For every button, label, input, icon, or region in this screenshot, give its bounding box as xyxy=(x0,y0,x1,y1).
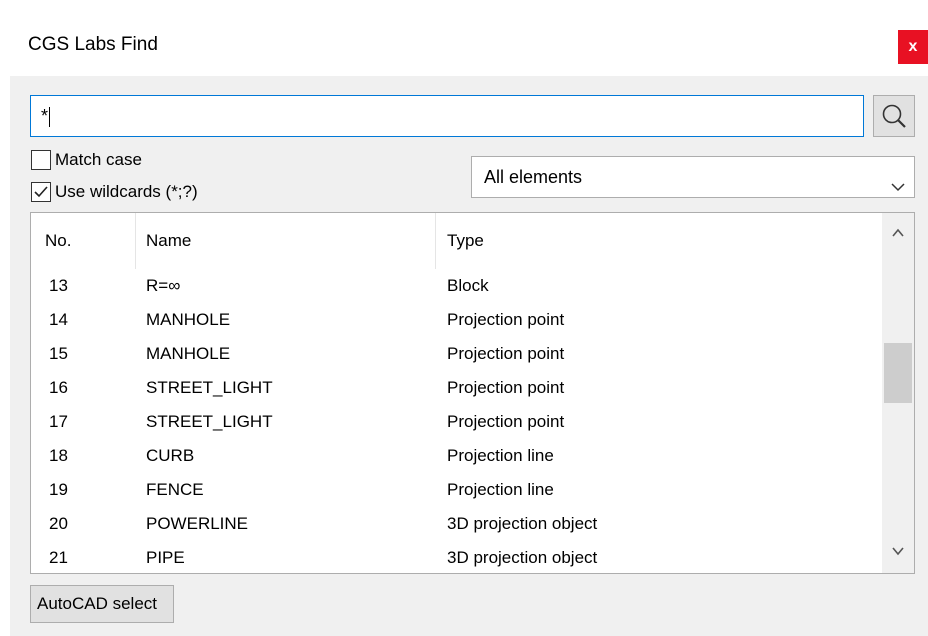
results-table[interactable]: No. Name Type 13 R=∞ Block 14 MANHOLE Pr… xyxy=(30,212,915,574)
table-row[interactable]: 18 CURB Projection line xyxy=(31,439,882,473)
close-icon: x xyxy=(908,38,918,55)
row-number: 18 xyxy=(49,446,68,465)
row-type: Block xyxy=(447,276,489,295)
row-type: Projection point xyxy=(447,378,565,397)
row-name: CURB xyxy=(146,446,195,465)
scrollbar-thumb[interactable] xyxy=(884,343,912,403)
match-case-checkbox[interactable] xyxy=(31,150,51,170)
row-number: 14 xyxy=(49,310,68,329)
row-number: 13 xyxy=(49,276,68,295)
row-type: Projection line xyxy=(447,480,554,499)
row-number: 19 xyxy=(49,480,68,499)
table-row[interactable]: 13 R=∞ Block xyxy=(31,269,882,303)
column-header-type[interactable]: Type xyxy=(447,231,484,251)
row-name: FENCE xyxy=(146,480,204,499)
search-button[interactable] xyxy=(873,95,915,137)
row-number: 15 xyxy=(49,344,68,363)
close-button[interactable]: x xyxy=(898,30,928,64)
table-row[interactable]: 17 STREET_LIGHT Projection point xyxy=(31,405,882,439)
autocad-select-button[interactable]: AutoCAD select xyxy=(30,585,174,623)
use-wildcards-label: Use wildcards (*;?) xyxy=(55,182,198,201)
title-bar: CGS Labs Find xyxy=(10,12,928,76)
use-wildcards-option[interactable]: Use wildcards (*;?) xyxy=(31,182,198,202)
row-type: 3D projection object xyxy=(447,548,598,567)
row-name: MANHOLE xyxy=(146,344,231,363)
row-number: 17 xyxy=(49,412,68,431)
row-type: Projection point xyxy=(447,412,565,431)
scroll-up-button[interactable] xyxy=(890,225,906,241)
table-row[interactable]: 19 FENCE Projection line xyxy=(31,473,882,507)
row-name: POWERLINE xyxy=(146,514,249,533)
magnifier-icon xyxy=(882,104,906,128)
use-wildcards-checkbox[interactable] xyxy=(31,182,51,202)
table-row[interactable]: 20 POWERLINE 3D projection object xyxy=(31,507,882,541)
row-name: STREET_LIGHT xyxy=(146,378,273,397)
match-case-option[interactable]: Match case xyxy=(31,150,142,170)
column-header-no[interactable]: No. xyxy=(45,231,71,251)
row-type: Projection line xyxy=(447,446,554,465)
table-row[interactable]: 14 MANHOLE Projection point xyxy=(31,303,882,337)
row-type: Projection point xyxy=(447,344,565,363)
row-name: R=∞ xyxy=(146,276,181,295)
row-type: 3D projection object xyxy=(447,514,598,533)
window-title: CGS Labs Find xyxy=(28,34,158,55)
table-row[interactable]: 21 PIPE 3D projection object xyxy=(31,541,882,573)
checkmark-icon xyxy=(34,186,48,198)
scroll-down-button[interactable] xyxy=(890,543,906,559)
row-name: MANHOLE xyxy=(146,310,231,329)
column-header-name[interactable]: Name xyxy=(146,231,191,251)
row-number: 21 xyxy=(49,548,68,567)
row-name: STREET_LIGHT xyxy=(146,412,273,431)
autocad-select-label: AutoCAD select xyxy=(37,594,157,613)
table-row[interactable]: 15 MANHOLE Projection point xyxy=(31,337,882,371)
column-divider[interactable] xyxy=(435,213,436,269)
chevron-up-icon xyxy=(892,228,904,237)
table-header: No. Name Type xyxy=(31,213,882,269)
row-number: 16 xyxy=(49,378,68,397)
element-filter-dropdown[interactable]: All elements xyxy=(471,156,915,198)
text-caret xyxy=(49,107,51,128)
search-input-value: * xyxy=(41,106,49,126)
chevron-down-icon xyxy=(892,547,904,556)
search-input[interactable]: * xyxy=(30,95,864,137)
chevron-down-icon xyxy=(890,169,906,209)
row-type: Projection point xyxy=(447,310,565,329)
column-divider[interactable] xyxy=(135,213,136,269)
table-row[interactable]: 16 STREET_LIGHT Projection point xyxy=(31,371,882,405)
vertical-scrollbar[interactable] xyxy=(882,213,914,573)
match-case-label: Match case xyxy=(55,150,142,169)
dropdown-selected-value: All elements xyxy=(484,167,583,187)
row-name: PIPE xyxy=(146,548,185,567)
row-number: 20 xyxy=(49,514,68,533)
